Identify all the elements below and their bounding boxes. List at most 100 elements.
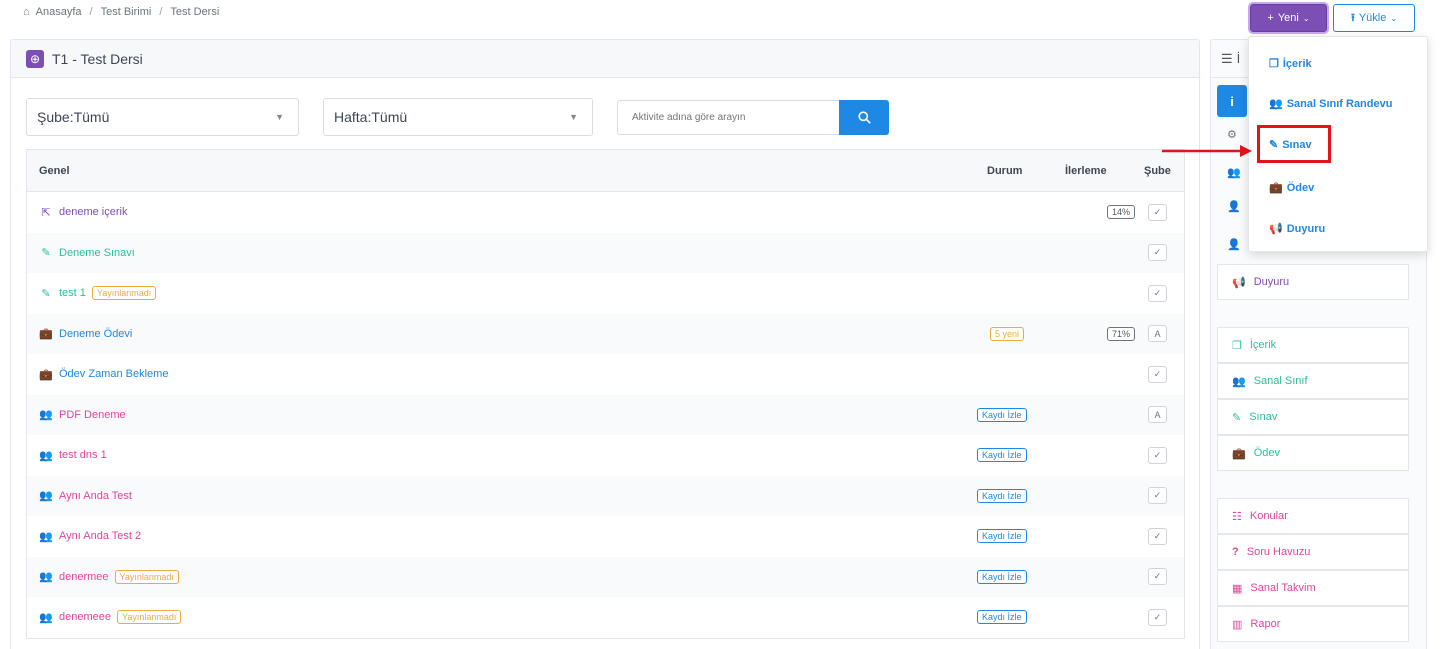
briefcase-icon: 💼: [1232, 447, 1246, 460]
info-button[interactable]: i: [1217, 85, 1247, 117]
filters: Şube:Tümü ▼ Hafta:Tümü ▼: [26, 98, 889, 136]
table-row[interactable]: 💼 Deneme Ödevi 5 yeni 71% A: [27, 313, 1184, 354]
activity-name[interactable]: Ödev Zaman Bekleme: [59, 368, 168, 380]
sidebar-item-soru-havuzu[interactable]: ? Soru Havuzu: [1217, 534, 1409, 570]
table-row[interactable]: 👥 denermee Yayınlanmadı Kaydı İzle ✓: [27, 556, 1184, 597]
row-name-cell: 👥 denermee Yayınlanmadı: [39, 569, 179, 584]
row-name-cell: ✎ Deneme Sınavı: [39, 246, 135, 260]
sidebar-item-konular[interactable]: ☷ Konular: [1217, 498, 1409, 534]
dropdown-item-odev[interactable]: 💼 Ödev: [1269, 181, 1314, 195]
table-row[interactable]: 👥 Aynı Anda Test 2 Kaydı İzle ✓: [27, 516, 1184, 557]
branch-status-badge: ✓: [1148, 284, 1167, 302]
highlight-box: [1257, 125, 1331, 163]
progress-badge: 14%: [1107, 205, 1136, 220]
row-name-cell: 💼 Deneme Ödevi: [39, 327, 132, 341]
briefcase-icon: 💼: [39, 328, 53, 341]
caret-down-icon: ▼: [569, 112, 578, 122]
branch-status-badge: ✓: [1148, 203, 1167, 221]
activity-name[interactable]: Deneme Sınavı: [59, 247, 135, 259]
users-icon: 👥: [39, 490, 53, 503]
sidebar-item-sanal-takvim[interactable]: ▦ Sanal Takvim: [1217, 570, 1409, 606]
sidebar-item-duyuru[interactable]: 📢 Duyuru: [1217, 264, 1409, 300]
search-input[interactable]: [617, 99, 839, 135]
user-icon[interactable]: 👤: [1227, 238, 1241, 251]
dropdown-item-sanal-sinif-randevu[interactable]: 👥 Sanal Sınıf Randevu: [1269, 97, 1392, 111]
breadcrumb-course: Test Dersi: [170, 6, 220, 18]
globe-icon: ⊕: [26, 49, 44, 68]
user-icon[interactable]: 👤: [1227, 200, 1241, 213]
header-sube[interactable]: Şube: [1144, 165, 1171, 177]
sidebar-item-sanal-sinif[interactable]: 👥 Sanal Sınıf: [1217, 363, 1409, 399]
card-header: ⊕ T1 - Test Dersi: [11, 40, 1199, 78]
list-icon: ☰: [1221, 50, 1233, 66]
users-icon: 👥: [1269, 98, 1283, 110]
sidebar-item-rapor[interactable]: ▥ Rapor: [1217, 606, 1409, 642]
dropdown-item-duyuru[interactable]: 📢 Duyuru: [1269, 222, 1325, 236]
activity-name[interactable]: deneme içerik: [59, 206, 127, 218]
new-button-label: Yeni: [1277, 12, 1299, 24]
row-name-cell: 👥 Aynı Anda Test: [39, 489, 132, 503]
row-name-cell: ⇱ deneme içerik: [39, 206, 127, 219]
users-icon: 👥: [1232, 375, 1246, 388]
megaphone-icon: 📢: [1232, 276, 1246, 289]
watch-recording-button[interactable]: Kaydı İzle: [977, 529, 1027, 544]
sidebar-header-initial: İ: [1236, 51, 1241, 66]
header-genel[interactable]: Genel: [39, 165, 70, 177]
search-button[interactable]: [839, 99, 889, 135]
sidebar-item-icerik[interactable]: ❐ İçerik: [1217, 327, 1409, 363]
row-name-cell: 💼 Ödev Zaman Bekleme: [39, 368, 168, 381]
activity-name[interactable]: denemeee: [59, 611, 111, 623]
watch-recording-button[interactable]: Kaydı İzle: [977, 488, 1027, 503]
week-select[interactable]: Hafta:Tümü ▼: [323, 98, 593, 136]
header-durum[interactable]: Durum: [987, 165, 1022, 177]
users-icon[interactable]: 👥: [1227, 166, 1241, 179]
upload-button[interactable]: ⭱ Yükle ⌄: [1333, 4, 1415, 32]
sidebar-item-label: Rapor: [1250, 618, 1281, 630]
chevron-down-icon: ⌄: [1302, 13, 1310, 23]
table-row[interactable]: 👥 PDF Deneme Kaydı İzle A: [27, 394, 1184, 435]
search-icon: [857, 110, 871, 124]
chevron-down-icon: ⌄: [1390, 13, 1398, 23]
new-button[interactable]: + Yeni ⌄: [1248, 2, 1329, 34]
table-row[interactable]: 💼 Ödev Zaman Bekleme ✓: [27, 354, 1184, 395]
users-icon: 👥: [39, 571, 53, 584]
table-row[interactable]: 👥 denemeee Yayınlanmadı Kaydı İzle ✓: [27, 597, 1184, 638]
sidebar-item-label: Ödev: [1253, 447, 1280, 459]
external-link-icon: ⇱: [41, 206, 51, 219]
table-row[interactable]: ✎ test 1 Yayınlanmadı ✓: [27, 273, 1184, 314]
activity-name[interactable]: PDF Deneme: [59, 409, 126, 421]
activity-name[interactable]: denermee: [59, 571, 109, 583]
table-row[interactable]: 👥 test dns 1 Kaydı İzle ✓: [27, 435, 1184, 476]
activity-name[interactable]: Aynı Anda Test: [59, 490, 132, 502]
table-row[interactable]: ⇱ deneme içerik 14% ✓: [27, 192, 1184, 233]
activity-name[interactable]: test 1: [59, 287, 86, 299]
plus-icon: +: [1267, 12, 1274, 24]
table-row[interactable]: ✎ Deneme Sınavı ✓: [27, 232, 1184, 273]
caret-down-icon: ▼: [275, 112, 284, 122]
watch-recording-button[interactable]: Kaydı İzle: [977, 407, 1027, 422]
sidebar-item-label: Duyuru: [1253, 276, 1290, 288]
branch-select[interactable]: Şube:Tümü ▼: [26, 98, 299, 136]
dropdown-item-icerik[interactable]: ❐ İçerik: [1269, 57, 1312, 71]
sidebar-item-sinav[interactable]: ✎ Sınav: [1217, 399, 1409, 435]
question-icon: ?: [1232, 546, 1239, 558]
sidebar-item-odev[interactable]: 💼 Ödev: [1217, 435, 1409, 471]
briefcase-icon: 💼: [39, 368, 53, 381]
activity-name[interactable]: Deneme Ödevi: [59, 328, 132, 340]
branch-status-badge: ✓: [1148, 365, 1167, 383]
home-icon[interactable]: ⌂: [23, 6, 30, 18]
activity-name[interactable]: Aynı Anda Test 2: [59, 530, 141, 542]
breadcrumb-unit[interactable]: Test Birimi: [101, 6, 152, 18]
table-row[interactable]: 👥 Aynı Anda Test Kaydı İzle ✓: [27, 475, 1184, 516]
activity-name[interactable]: test dns 1: [59, 449, 107, 461]
branch-status-badge: ✓: [1148, 608, 1167, 626]
files-icon: ❐: [1232, 339, 1242, 352]
unpublished-badge: Yayınlanmadı: [117, 610, 182, 625]
briefcase-icon: 💼: [1269, 182, 1283, 194]
watch-recording-button[interactable]: Kaydı İzle: [977, 569, 1027, 584]
breadcrumb-home[interactable]: Anasayfa: [36, 6, 82, 18]
gear-icon[interactable]: ⚙: [1227, 128, 1237, 141]
watch-recording-button[interactable]: Kaydı İzle: [977, 610, 1027, 625]
header-ilerleme[interactable]: İlerleme: [1065, 165, 1107, 177]
watch-recording-button[interactable]: Kaydı İzle: [977, 448, 1027, 463]
